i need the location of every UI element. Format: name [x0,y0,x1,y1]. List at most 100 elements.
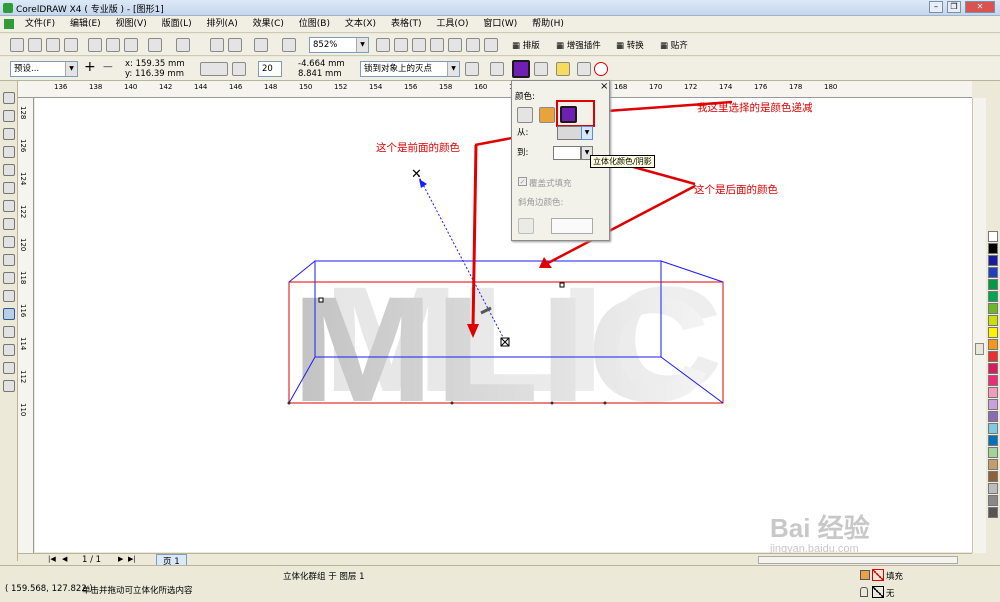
undo-icon[interactable] [148,38,162,52]
extrude-type-icon[interactable] [200,62,228,76]
preset-select[interactable]: 预设... ▼ [10,61,78,77]
outline-swatch[interactable] [872,586,884,598]
zoom-selected-icon[interactable] [412,38,426,52]
extrude-color-icon[interactable] [512,60,530,78]
polygon-tool-icon[interactable] [3,236,15,248]
tab-convert[interactable]: ▦ 转换 [616,39,644,51]
paste-icon[interactable] [124,38,138,52]
color-swatch[interactable] [988,351,998,362]
first-page-button[interactable]: |◀ [48,555,56,563]
color-swatch[interactable] [988,495,998,506]
zoom-out-icon[interactable] [394,38,408,52]
color-swatch[interactable] [988,507,998,518]
cut-icon[interactable] [88,38,102,52]
vanish-x-field[interactable]: -4.664 mm [298,59,345,69]
copy-icon[interactable] [106,38,120,52]
menu-layout[interactable]: 版面(L) [162,16,192,33]
zoom-all-icon[interactable] [430,38,444,52]
close-button[interactable]: ✕ [965,1,995,13]
fill-swatch[interactable] [872,569,884,581]
basic-shapes-icon[interactable] [3,254,15,266]
color-swatch[interactable] [988,327,998,338]
menu-table[interactable]: 表格(T) [391,16,422,33]
color-swatch[interactable] [988,423,998,434]
zoom-level-select[interactable]: 852% ▼ [309,37,369,53]
fill-tool-icon[interactable] [3,362,15,374]
table-tool-icon[interactable] [3,290,15,302]
menu-effects[interactable]: 效果(C) [253,16,284,33]
horizontal-scrollbar[interactable] [758,556,958,564]
redo-icon[interactable] [176,38,190,52]
color-swatch[interactable] [988,435,998,446]
color-swatch[interactable] [988,459,998,470]
drawing-canvas[interactable]: MLIC MLIC ✕ 这个是前面的颜色 这个是后面的颜色 我这里选择的是颜色递… [35,98,972,555]
use-object-fill-icon[interactable] [517,107,533,123]
export-icon[interactable] [228,38,242,52]
lighting-icon[interactable] [556,62,570,76]
color-swatch[interactable] [988,447,998,458]
depth-field[interactable]: 20 [258,61,282,77]
pick-tool-icon[interactable] [3,92,15,104]
open-icon[interactable] [28,38,42,52]
freehand-tool-icon[interactable] [3,164,15,176]
color-swatch[interactable] [988,279,998,290]
popup-close-button[interactable]: × [600,81,608,92]
color-swatch[interactable] [988,483,998,494]
copy-properties-icon[interactable] [577,62,591,76]
color-swatch[interactable] [988,375,998,386]
menu-window[interactable]: 窗口(W) [483,16,517,33]
minimize-button[interactable]: – [929,1,943,13]
menu-tools[interactable]: 工具(O) [436,16,468,33]
color-swatch[interactable] [988,243,998,254]
outline-tool-icon[interactable] [3,344,15,356]
color-swatch[interactable] [988,303,998,314]
zoom-height-icon[interactable] [484,38,498,52]
bevel-shade-icon[interactable] [518,218,534,234]
prev-page-button[interactable]: ◀ [62,555,67,563]
x-position[interactable]: x: 159.35 mm [125,59,185,69]
clear-extrude-icon[interactable] [594,62,608,76]
shape-tool-icon[interactable] [3,110,15,122]
from-color-dropdown[interactable]: ▼ [581,126,593,140]
launcher-icon[interactable] [254,38,268,52]
menu-arrange[interactable]: 排列(A) [207,16,238,33]
rectangle-tool-icon[interactable] [3,200,15,212]
remove-preset-button[interactable]: − [102,59,114,75]
zoom-tool-icon[interactable] [3,146,15,158]
color-swatch[interactable] [988,387,998,398]
color-swatch[interactable] [988,255,998,266]
color-swatch[interactable] [988,339,998,350]
vertical-scrollbar[interactable] [972,98,986,553]
bevel-color-picker[interactable] [551,218,593,234]
tab-plugins[interactable]: ▦ 增强插件 [556,39,601,51]
horizontal-ruler[interactable]: 136 138 140 142 144 146 148 150 152 154 156 158 160 1… [18,81,972,98]
crop-tool-icon[interactable] [3,128,15,140]
overlay-fill-checkbox[interactable]: ✓ [518,177,527,186]
y-position[interactable]: y: 116.39 mm [125,69,184,79]
color-swatch[interactable] [988,411,998,422]
zoom-page-icon[interactable] [448,38,462,52]
to-color-picker[interactable] [553,146,581,160]
smart-fill-icon[interactable] [3,182,15,194]
menu-file[interactable]: 文件(F) [25,16,55,33]
color-swatch[interactable] [988,267,998,278]
vanish-edit-icon[interactable] [465,62,479,76]
color-swatch[interactable] [988,471,998,482]
zoom-in-icon[interactable] [376,38,390,52]
vertical-ruler[interactable]: 128 126 124 122 120 118 116 114 112 110 [18,98,34,553]
maximize-button[interactable]: ❐ [947,1,961,13]
color-swatch[interactable] [988,291,998,302]
import-icon[interactable] [210,38,224,52]
bevel-icon[interactable] [534,62,548,76]
print-icon[interactable] [64,38,78,52]
welcome-icon[interactable] [282,38,296,52]
menu-bitmaps[interactable]: 位图(B) [299,16,330,33]
eyedropper-tool-icon[interactable] [3,326,15,338]
interactive-fill-icon[interactable] [3,380,15,392]
add-preset-button[interactable]: + [84,59,96,75]
color-swatch[interactable] [988,399,998,410]
solid-fill-icon[interactable] [539,107,555,123]
color-swatch[interactable] [988,231,998,242]
save-icon[interactable] [46,38,60,52]
vanish-point-select[interactable]: 锁到对象上的灭点 ▼ [360,61,460,77]
